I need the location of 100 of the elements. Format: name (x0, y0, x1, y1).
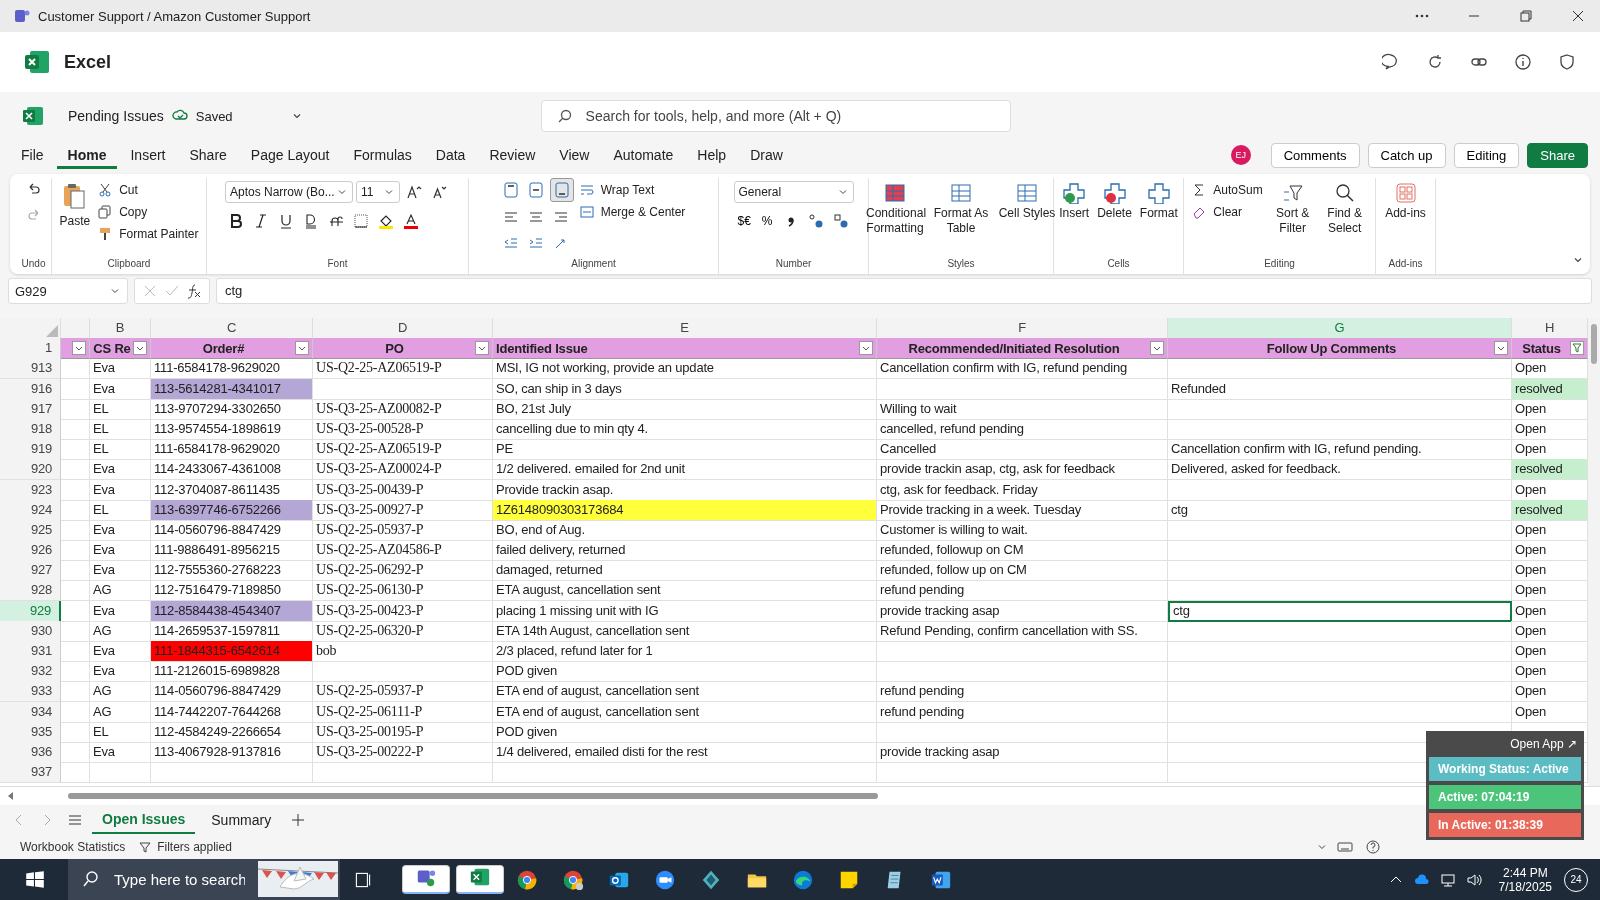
format-button[interactable]: Format (1137, 178, 1180, 224)
row-number[interactable]: 917 (0, 398, 61, 420)
formula-field[interactable]: ctg (216, 278, 1592, 304)
delete-button[interactable]: Delete (1095, 178, 1134, 224)
merge-center-button[interactable]: Merge & Center (577, 202, 688, 222)
table-cell: refund pending (877, 580, 1168, 602)
menu-tab[interactable]: Page Layout (239, 141, 341, 169)
insert-button[interactable]: Insert (1057, 178, 1092, 224)
paste-button[interactable]: Paste (57, 178, 93, 232)
wrap-text-button[interactable]: Wrap Text (577, 180, 688, 200)
table-cell: ctg (1168, 600, 1512, 622)
table-cell: 112-4584249-2266654 (151, 721, 313, 743)
table-cell: 113-5614281-4341017 (151, 378, 313, 400)
table-cell: resolved (1512, 378, 1588, 400)
sort-filter-button[interactable]: Sort & Filter (1268, 178, 1317, 240)
row-number[interactable]: 936 (0, 741, 61, 763)
table-cell: cancelled, refund pending (877, 418, 1168, 440)
row-number[interactable]: 928 (0, 580, 61, 602)
cut-button[interactable]: Cut (96, 180, 201, 200)
table-cell: US-Q2-25-AZ04586-P (313, 540, 493, 562)
menu-tab[interactable]: Home (56, 141, 118, 169)
user-avatar[interactable]: EJ (1230, 145, 1251, 165)
column-header[interactable]: C (151, 318, 313, 340)
column-header[interactable]: E (493, 318, 877, 340)
column-header[interactable]: G (1168, 318, 1512, 340)
conditional-formatting-button[interactable]: Conditional Formatting (864, 178, 926, 240)
row-number[interactable]: 926 (0, 540, 61, 562)
clock-date[interactable]: 7/18/2025 (1498, 879, 1552, 894)
copy-button[interactable]: Copy (96, 202, 201, 222)
menu-tab[interactable]: Insert (119, 141, 177, 169)
column-header[interactable]: D (313, 318, 493, 340)
row-number[interactable]: 923 (0, 479, 61, 501)
row-number[interactable]: 934 (0, 701, 61, 723)
menu-tab[interactable]: Draw (739, 141, 794, 169)
sheet-tab[interactable]: Open Issues (92, 806, 196, 834)
currency-button[interactable]: $€ (733, 212, 755, 230)
row-number[interactable]: 935 (0, 721, 61, 743)
menu-tab[interactable]: Review (478, 141, 547, 169)
table-cell: BO, 21st July (493, 398, 877, 420)
row-number[interactable]: 913 (0, 358, 61, 380)
search-field[interactable]: Search for tools, help, and more (Alt + Q) (540, 100, 1011, 132)
table-cell: 111-9886491-8956215 (151, 540, 313, 562)
menu-tab[interactable]: Data (424, 141, 477, 169)
row-number[interactable]: 937 (0, 762, 61, 784)
number-format-dropdown[interactable]: General (733, 181, 854, 203)
column-header[interactable]: B (90, 318, 151, 340)
status-text[interactable]: Workbook Statistics (20, 840, 126, 854)
clock-time[interactable]: 2:44 PM (1502, 865, 1548, 880)
table-cell: ctg, ask for feedback. Friday (877, 479, 1168, 501)
row-number[interactable]: 930 (0, 620, 61, 642)
table-cell: 112-8584438-4543407 (151, 600, 313, 622)
menu-tab[interactable]: View (548, 141, 601, 169)
column-header[interactable]: H (1512, 318, 1588, 340)
menu-tab[interactable]: Formulas (342, 141, 423, 169)
clear-button[interactable]: Clear (1190, 202, 1265, 222)
cell-styles-button[interactable]: Cell Styles (996, 178, 1058, 225)
find-select-button[interactable]: Find & Select (1320, 178, 1369, 240)
row-number[interactable]: 920 (0, 459, 61, 481)
table-cell: 114-0560796-8847429 (151, 519, 313, 541)
format-painter-button[interactable]: Format Painter (96, 224, 201, 244)
row-number[interactable]: 933 (0, 681, 61, 703)
header-cell: PO (313, 338, 493, 360)
row-number[interactable]: 925 (0, 519, 61, 541)
group-label: Clipboard (107, 258, 151, 271)
autosum-button[interactable]: AutoSum (1190, 180, 1265, 200)
row-number[interactable]: 918 (0, 418, 61, 440)
format-as-table-button[interactable]: Format As Table (930, 178, 992, 240)
row-number[interactable]: 919 (0, 439, 61, 461)
menu-tab[interactable]: Help (686, 141, 738, 169)
add-ins-button[interactable]: Add-ins (1383, 178, 1428, 224)
sheet-tab[interactable]: Summary (201, 807, 282, 833)
row-number[interactable]: 932 (0, 661, 61, 683)
row-number[interactable]: 924 (0, 499, 61, 521)
group-label: Font (327, 258, 348, 271)
column-header[interactable]: F (877, 318, 1168, 340)
row-number[interactable]: 929 (0, 600, 61, 622)
action-button[interactable]: Editing (1453, 142, 1520, 168)
table-cell: Eva (90, 459, 151, 481)
font-family-dropdown[interactable]: Aptos Narrow (Bo... (225, 181, 353, 203)
group-label: Add-ins (1388, 258, 1423, 271)
percent-button[interactable]: % (757, 212, 777, 230)
open-app-link[interactable]: Open App ↗ (1506, 735, 1581, 753)
row-number[interactable]: 927 (0, 560, 61, 582)
action-button[interactable]: Comments (1270, 142, 1360, 168)
table-cell: 111-6584178-9629020 (151, 439, 313, 461)
row-number[interactable]: 931 (0, 641, 61, 662)
font-size-dropdown[interactable]: 11 (356, 181, 400, 203)
document-name[interactable]: Pending Issues (68, 108, 164, 124)
table-cell: US-Q3-25-AZ00082-P (313, 398, 493, 420)
action-button[interactable]: Share (1527, 142, 1588, 168)
table-cell: 114-2433067-4361008 (151, 459, 313, 481)
table-cell: refunded, followup on CM (877, 540, 1168, 562)
action-button[interactable]: Catch up (1367, 142, 1446, 168)
name-box[interactable]: G929 (8, 278, 128, 304)
table-cell: Delivered, asked for feedback. (1168, 459, 1512, 481)
menu-tab[interactable]: Automate (602, 141, 685, 169)
row-number[interactable]: 1 (0, 338, 61, 360)
menu-tab[interactable]: Share (178, 141, 238, 169)
menu-tab[interactable]: File (10, 141, 55, 169)
row-number[interactable]: 916 (0, 378, 61, 400)
